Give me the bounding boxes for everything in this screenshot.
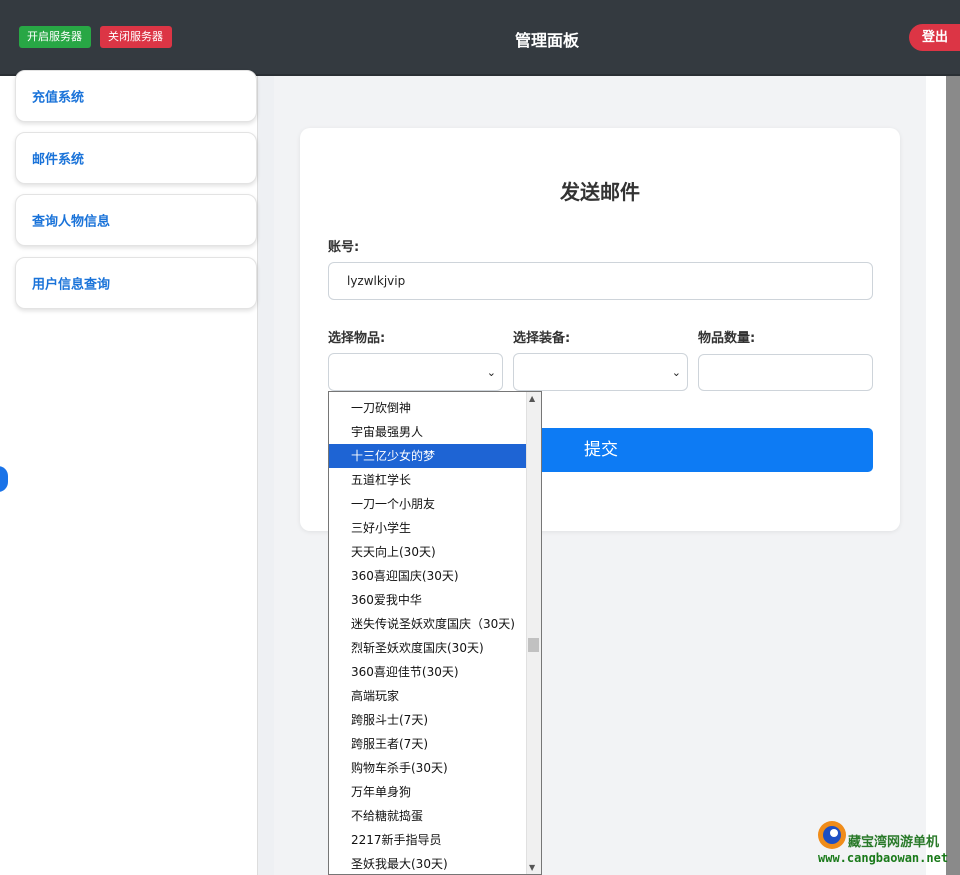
dropdown-option[interactable]: 万年单身狗 <box>329 780 527 804</box>
dropdown-option[interactable]: 圣妖我最大(30天) <box>329 852 527 874</box>
sidebar-item-label: 用户信息查询 <box>32 277 111 293</box>
sidebar: 充值系统 邮件系统 查询人物信息 用户信息查询 <box>0 70 258 875</box>
dropdown-option[interactable]: 宇宙最强男人 <box>329 420 527 444</box>
quantity-label: 物品数量: <box>698 331 756 346</box>
scrollbar-thumb[interactable] <box>528 638 539 652</box>
dropdown-option[interactable]: 高端玩家 <box>329 684 527 708</box>
sidebar-item-label: 充值系统 <box>32 90 85 106</box>
sidebar-item-mail[interactable]: 邮件系统 <box>15 132 257 184</box>
dropdown-option[interactable]: 跨服王者(7天) <box>329 732 527 756</box>
dropdown-option[interactable]: 不给糖就捣蛋 <box>329 804 527 828</box>
scroll-up-icon[interactable]: ▲ <box>529 394 535 403</box>
page-title: 管理面板 <box>514 31 579 50</box>
page-scrollbar[interactable] <box>946 76 960 875</box>
dropdown-option[interactable]: 一刀一个小朋友 <box>329 492 527 516</box>
equipment-select[interactable]: ⌄ <box>513 353 688 391</box>
dropdown-option[interactable]: 三好小学生 <box>329 516 527 540</box>
dropdown-option[interactable]: 2217新手指导员 <box>329 828 527 852</box>
dropdown-option[interactable]: 天天向上(30天) <box>329 540 527 564</box>
dropdown-option[interactable]: 一刀砍倒神 <box>329 396 527 420</box>
equipment-label: 选择装备: <box>513 331 571 346</box>
item-dropdown-list[interactable]: 一刀砍倒神 宇宙最强男人 十三亿少女的梦 五道杠学长 一刀一个小朋友 三好小学生… <box>328 391 542 875</box>
watermark-url: www.cangbaowan.net <box>818 851 949 865</box>
watermark-logo-icon <box>818 821 846 849</box>
dropdown-option[interactable]: 360喜迎国庆(30天) <box>329 564 527 588</box>
account-input[interactable]: lyzwlkjvip <box>328 262 873 300</box>
submit-button[interactable]: 提交 <box>541 428 873 472</box>
scroll-down-icon[interactable]: ▼ <box>529 863 535 872</box>
watermark-name: 藏宝湾网游单机 <box>848 835 940 850</box>
dropdown-option[interactable]: 跨服斗士(7天) <box>329 708 527 732</box>
quantity-input[interactable] <box>698 354 873 391</box>
card-title: 发送邮件 <box>560 180 640 204</box>
chevron-down-icon: ⌄ <box>671 366 681 379</box>
dropdown-option[interactable]: 360喜迎佳节(30天) <box>329 660 527 684</box>
sidebar-item-recharge[interactable]: 充值系统 <box>15 70 257 122</box>
item-select[interactable]: ⌄ <box>328 353 503 391</box>
sidebar-item-label: 邮件系统 <box>32 152 85 168</box>
sidebar-item-character-query[interactable]: 查询人物信息 <box>15 194 257 246</box>
sidebar-item-user-query[interactable]: 用户信息查询 <box>15 257 257 309</box>
dropdown-option[interactable]: 五道杠学长 <box>329 468 527 492</box>
account-label: 账号: <box>328 240 360 255</box>
dropdown-option[interactable]: 烈斩圣妖欢度国庆(30天) <box>329 636 527 660</box>
logout-button[interactable]: 登出 <box>909 24 960 51</box>
chevron-down-icon: ⌄ <box>486 366 496 379</box>
dropdown-option[interactable]: 迷失传说圣妖欢度国庆（30天) <box>329 612 527 636</box>
item-label: 选择物品: <box>328 331 386 346</box>
dropdown-option-selected[interactable]: 十三亿少女的梦 <box>329 444 527 468</box>
dropdown-option[interactable]: 购物车杀手(30天) <box>329 756 527 780</box>
right-gutter <box>926 76 946 875</box>
dropdown-option[interactable]: 360爱我中华 <box>329 588 527 612</box>
dropdown-scrollbar[interactable]: ▲ ▼ <box>526 392 541 874</box>
top-header: 开启服务器 关闭服务器 管理面板 登出 <box>0 0 960 76</box>
sidebar-item-label: 查询人物信息 <box>32 214 111 230</box>
